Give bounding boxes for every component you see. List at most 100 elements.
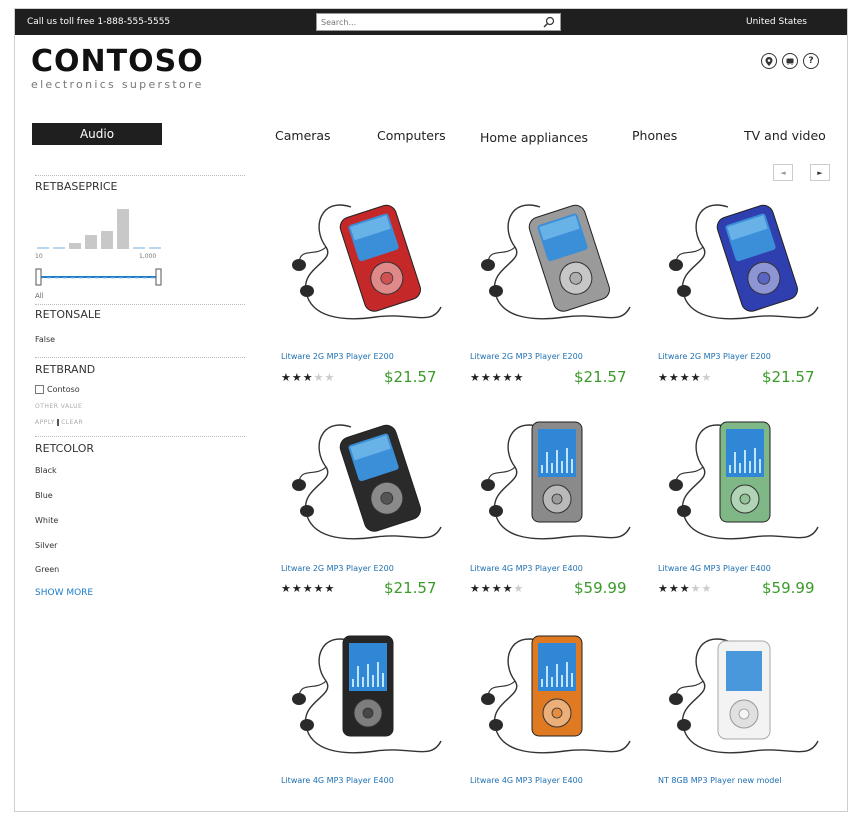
divider (35, 436, 245, 437)
histogram-bar (53, 247, 65, 249)
star-icon: ★ (513, 371, 525, 384)
product-price: $21.57 (762, 368, 815, 386)
product-price: $21.57 (384, 579, 437, 597)
slider-handle-max (155, 268, 162, 286)
search-input[interactable] (317, 14, 532, 30)
show-more-link[interactable]: SHOW MORE (35, 588, 93, 598)
product-image[interactable] (281, 187, 451, 337)
logo[interactable]: CONTOSO electronics superstore (31, 44, 204, 92)
color-option-green[interactable]: Green (35, 565, 59, 574)
brand-apply-link[interactable]: APPLY (35, 419, 55, 426)
star-icon: ★ (470, 582, 481, 595)
product-name-link[interactable]: Litware 2G MP3 Player E200 (470, 352, 583, 361)
product-image[interactable] (470, 187, 640, 337)
color-option-blue[interactable]: Blue (35, 491, 53, 500)
phone-number: Call us toll free 1-888-555-5555 (27, 17, 171, 27)
star-icon: ★ (491, 371, 503, 384)
color-option-silver[interactable]: Silver (35, 541, 57, 550)
carousel-next-button[interactable]: ► (810, 164, 830, 181)
product-card[interactable]: Litware 4G MP3 Player E400 ★★★★★ $59.99 (470, 407, 640, 607)
color-option-white[interactable]: White (35, 516, 58, 525)
star-icon: ★ (668, 582, 680, 595)
search-icon[interactable] (543, 16, 555, 28)
brand-option-contoso[interactable]: Contoso (35, 385, 80, 394)
help-icon[interactable]: ? (803, 53, 819, 69)
rating-stars: ★★★★★ (470, 582, 524, 595)
chevron-left-icon: ◄ (780, 168, 786, 177)
nav-item-tv-and-video[interactable]: TV and video (744, 128, 826, 143)
star-icon: ★ (658, 371, 669, 384)
product-image[interactable] (470, 407, 640, 557)
product-image[interactable] (470, 621, 640, 771)
divider (35, 304, 245, 305)
product-image[interactable] (658, 187, 828, 337)
nav-item-computers[interactable]: Computers (377, 128, 446, 143)
product-image[interactable] (658, 621, 828, 771)
country-selector[interactable]: United States (746, 17, 807, 27)
product-name-link[interactable]: Litware 4G MP3 Player E400 (281, 776, 394, 785)
histogram-bar (149, 247, 161, 249)
product-name-link[interactable]: Litware 4G MP3 Player E400 (470, 776, 583, 785)
product-card[interactable]: Litware 2G MP3 Player E200 ★★★★★ $21.57 (281, 187, 451, 387)
nav-item-phones[interactable]: Phones (632, 128, 677, 143)
product-name-link[interactable]: Litware 2G MP3 Player E200 (658, 352, 771, 361)
product-card[interactable]: Litware 2G MP3 Player E200 ★★★★★ $21.57 (658, 187, 828, 387)
product-card[interactable]: Litware 2G MP3 Player E200 ★★★★★ $21.57 (281, 407, 451, 607)
nav-item-cameras[interactable]: Cameras (275, 128, 331, 143)
star-icon: ★ (480, 582, 492, 595)
price-all-label[interactable]: All (35, 292, 44, 300)
star-icon: ★ (679, 582, 691, 595)
brand-checkbox[interactable] (35, 385, 44, 394)
separator (57, 419, 60, 426)
star-icon: ★ (701, 371, 713, 384)
histogram-bar (117, 209, 129, 249)
star-icon: ★ (658, 582, 669, 595)
product-card[interactable]: Litware 4G MP3 Player E400 (470, 621, 640, 811)
location-icon[interactable] (761, 53, 777, 69)
header-icons: ? (761, 53, 819, 69)
divider (35, 175, 245, 176)
cart-icon[interactable] (782, 53, 798, 69)
product-image[interactable] (658, 407, 828, 557)
product-price: $21.57 (574, 368, 627, 386)
filter-heading-brand: RETBRAND (35, 363, 96, 376)
product-name-link[interactable]: Litware 4G MP3 Player E400 (470, 564, 583, 573)
product-price: $59.99 (762, 579, 815, 597)
nav-item-home-appliances[interactable]: Home appliances (480, 130, 588, 145)
brand-other-value[interactable]: OTHER VALUE (35, 403, 82, 410)
product-image[interactable] (281, 621, 451, 771)
price-range-slider[interactable] (35, 265, 165, 289)
product-card[interactable]: Litware 4G MP3 Player E400 ★★★★★ $59.99 (658, 407, 828, 607)
filter-heading-onsale: RETONSALE (35, 308, 101, 321)
price-histogram (37, 209, 161, 249)
histogram-bar (37, 247, 49, 249)
brand-option-label: Contoso (47, 385, 80, 394)
star-icon: ★ (302, 371, 314, 384)
search-box[interactable] (316, 13, 561, 31)
star-icon: ★ (679, 371, 691, 384)
nav-item-audio[interactable]: Audio (32, 123, 162, 145)
product-card[interactable]: NT 8GB MP3 Player new model (658, 621, 828, 811)
brand-actions: APPLY CLEAR (35, 419, 83, 426)
onsale-option-false[interactable]: False (35, 335, 55, 344)
product-name-link[interactable]: NT 8GB MP3 Player new model (658, 776, 782, 785)
star-icon: ★ (324, 582, 336, 595)
product-card[interactable]: Litware 2G MP3 Player E200 ★★★★★ $21.57 (470, 187, 640, 387)
carousel-prev-button[interactable]: ◄ (773, 164, 793, 181)
product-image[interactable] (281, 407, 451, 557)
star-icon: ★ (302, 582, 314, 595)
star-icon: ★ (502, 582, 514, 595)
product-card[interactable]: Litware 4G MP3 Player E400 (281, 621, 451, 811)
brand-name: CONTOSO (31, 44, 204, 79)
product-name-link[interactable]: Litware 2G MP3 Player E200 (281, 352, 394, 361)
histogram-bar (69, 243, 81, 249)
rating-stars: ★★★★★ (470, 371, 524, 384)
product-name-link[interactable]: Litware 2G MP3 Player E200 (281, 564, 394, 573)
color-option-black[interactable]: Black (35, 466, 57, 475)
brand-clear-link[interactable]: CLEAR (61, 419, 83, 426)
star-icon: ★ (313, 371, 325, 384)
product-name-link[interactable]: Litware 4G MP3 Player E400 (658, 564, 771, 573)
star-icon: ★ (690, 582, 702, 595)
product-price: $21.57 (384, 368, 437, 386)
price-range-max: 1,000 (139, 253, 157, 260)
